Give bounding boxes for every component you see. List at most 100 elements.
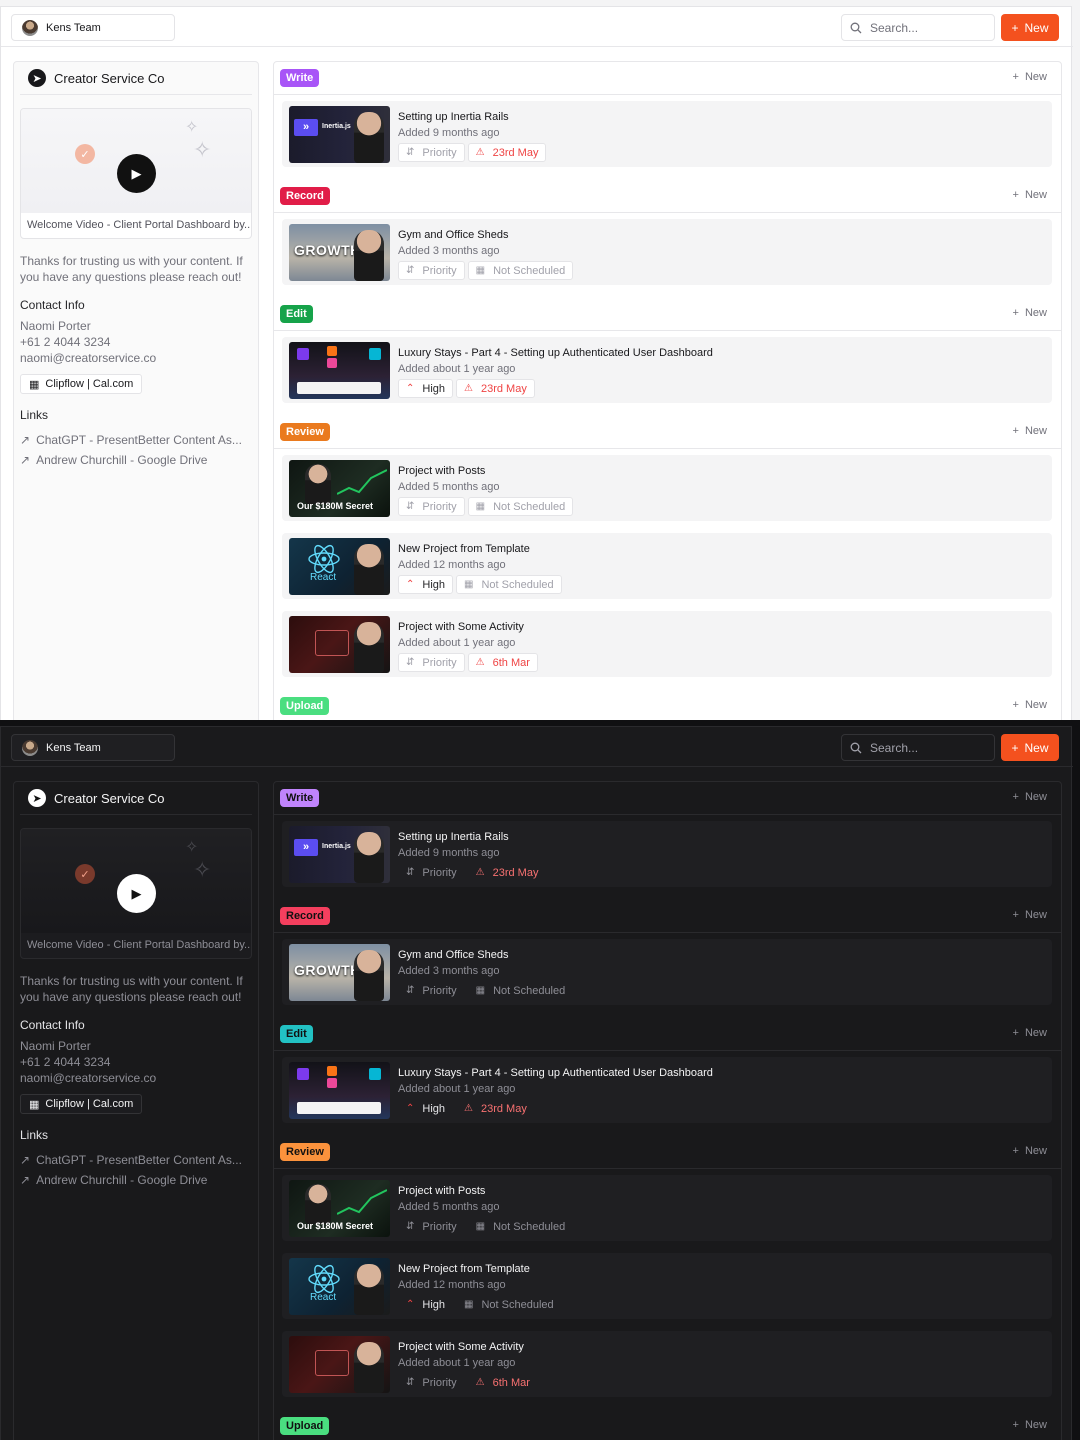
section-new-button[interactable]: + New xyxy=(1013,425,1047,437)
due-date-chip[interactable]: ▦ Not Scheduled xyxy=(467,497,574,516)
priority-chip[interactable]: ⌃ High xyxy=(398,1099,453,1118)
due-date-chip[interactable]: ▦ Not Scheduled xyxy=(467,261,574,280)
project-card[interactable]: Project with Some Activity Added about 1… xyxy=(282,1331,1052,1397)
status-badge[interactable]: Write xyxy=(280,789,320,807)
client-logo-icon: ➤ xyxy=(28,789,46,807)
status-badge[interactable]: Edit xyxy=(280,305,313,323)
due-date-chip[interactable]: ⚠ 6th Mar xyxy=(467,653,538,672)
app-icon xyxy=(297,348,309,360)
due-date-label: 6th Mar xyxy=(492,656,530,669)
chevrons-up-icon: ⌃ xyxy=(406,1103,415,1114)
due-date-chip[interactable]: ⚠ 23rd May xyxy=(456,1099,535,1118)
section-new-button[interactable]: + New xyxy=(1013,1027,1047,1039)
section-new-button[interactable]: + New xyxy=(1013,307,1047,319)
project-title: Project with Posts xyxy=(398,1185,486,1197)
calendar-icon: ▦ xyxy=(464,579,474,590)
status-badge[interactable]: Edit xyxy=(280,1025,313,1043)
section-new-label: New xyxy=(1024,1145,1047,1157)
status-badge[interactable]: Upload xyxy=(280,1417,330,1435)
status-badge[interactable]: Review xyxy=(280,1143,330,1161)
priority-chip[interactable]: ⇵ Priority xyxy=(398,143,465,162)
section-new-label: New xyxy=(1024,71,1047,83)
due-date-chip[interactable]: ▦ Not Scheduled xyxy=(456,575,562,594)
search-icon xyxy=(850,742,862,753)
section-new-button[interactable]: + New xyxy=(1013,71,1047,83)
app-icon xyxy=(327,1066,337,1076)
status-badge[interactable]: Review xyxy=(280,423,330,441)
welcome-video[interactable]: ✓ ✧ ✧ ▶ Welcome Video - Client Portal Da… xyxy=(20,108,252,239)
contact-phone: +61 2 4044 3234 xyxy=(20,1055,111,1069)
new-button[interactable]: + New xyxy=(1001,734,1059,761)
section-new-button[interactable]: + New xyxy=(1013,1145,1047,1157)
play-icon[interactable]: ▶ xyxy=(117,154,156,193)
search-input[interactable]: Search... xyxy=(841,14,995,41)
video-caption: Welcome Video - Client Portal Dashboard … xyxy=(27,939,252,951)
link-item[interactable]: ↗ ChatGPT - PresentBetter Content As... xyxy=(20,1150,252,1170)
link-item[interactable]: ↗ Andrew Churchill - Google Drive xyxy=(20,450,252,470)
section-new-button[interactable]: + New xyxy=(1013,189,1047,201)
react-logo-icon xyxy=(308,1264,340,1294)
section-record: Record + New xyxy=(274,900,1061,933)
team-switcher-button[interactable]: Kens Team xyxy=(11,14,175,41)
new-button[interactable]: + New xyxy=(1001,14,1059,41)
app-icon xyxy=(327,346,337,356)
priority-chip[interactable]: ⌃ High xyxy=(398,1295,453,1314)
search-input[interactable]: Search... xyxy=(841,734,995,761)
due-date-chip[interactable]: ⚠ 23rd May xyxy=(468,863,547,882)
project-card[interactable]: React New Project from Template Added 12… xyxy=(282,1253,1052,1319)
priority-chip[interactable]: ⌃ High xyxy=(398,379,454,398)
priority-chip[interactable]: ⌃ High xyxy=(398,575,454,594)
priority-chip[interactable]: ⇵ Priority xyxy=(398,863,465,882)
welcome-video[interactable]: ✓ ✧ ✧ ▶ Welcome Video - Client Portal Da… xyxy=(20,828,252,959)
priority-chip[interactable]: ⇵ Priority xyxy=(398,261,465,280)
project-card[interactable]: React New Project from Template Added 12… xyxy=(282,533,1052,599)
priority-chip[interactable]: ⇵ Priority xyxy=(398,1373,465,1392)
link-label: ChatGPT - PresentBetter Content As... xyxy=(36,1153,242,1167)
link-item[interactable]: ↗ Andrew Churchill - Google Drive xyxy=(20,1170,252,1190)
priority-chip[interactable]: ⇵ Priority xyxy=(398,653,465,672)
project-card[interactable]: Luxury Stays - Part 4 - Setting up Authe… xyxy=(282,1057,1052,1123)
priority-chip[interactable]: ⇵ Priority xyxy=(398,497,465,516)
section-new-button[interactable]: + New xyxy=(1013,909,1047,921)
due-date-chip[interactable]: ▦ Not Scheduled xyxy=(468,981,574,1000)
due-date-chip[interactable]: ⚠ 6th Mar xyxy=(468,1373,538,1392)
project-card[interactable]: Our $180M Secret Project with Posts Adde… xyxy=(282,1175,1052,1241)
section-new-button[interactable]: + New xyxy=(1013,1419,1047,1431)
project-thumbnail: React xyxy=(289,538,390,595)
project-card[interactable]: Our $180M Secret Project with Posts Adde… xyxy=(282,455,1052,521)
sparkle-icon: ✧ xyxy=(185,839,199,856)
project-card[interactable]: GROWTH Gym and Office Sheds Added 3 mont… xyxy=(282,219,1052,285)
due-date-chip[interactable]: ▦ Not Scheduled xyxy=(468,1217,574,1236)
team-switcher-button[interactable]: Kens Team xyxy=(11,734,175,761)
play-icon[interactable]: ▶ xyxy=(117,874,156,913)
due-date-chip[interactable]: ⚠ 23rd May xyxy=(467,143,547,162)
project-card[interactable]: Project with Some Activity Added about 1… xyxy=(282,611,1052,677)
section-new-button[interactable]: + New xyxy=(1013,791,1047,803)
client-header: ➤ Creator Service Co xyxy=(20,62,252,95)
calendar-booking-button[interactable]: ▦ Clipflow | Cal.com xyxy=(20,1094,143,1114)
project-card[interactable]: Luxury Stays - Part 4 - Setting up Authe… xyxy=(282,337,1052,403)
growth-line-icon xyxy=(337,469,387,495)
project-card[interactable]: » Inertia.js Setting up Inertia Rails Ad… xyxy=(282,101,1052,167)
priority-chip[interactable]: ⇵ Priority xyxy=(398,981,465,1000)
project-card[interactable]: » Inertia.js Setting up Inertia Rails Ad… xyxy=(282,821,1052,887)
status-badge[interactable]: Record xyxy=(280,187,330,205)
due-date-chip[interactable]: ⚠ 23rd May xyxy=(456,379,535,398)
due-date-label: Not Scheduled xyxy=(493,1220,566,1233)
priority-chip[interactable]: ⇵ Priority xyxy=(398,1217,465,1236)
inertia-logo-icon: » xyxy=(294,119,318,136)
plus-icon: + xyxy=(1012,189,1019,201)
status-badge[interactable]: Write xyxy=(280,69,320,87)
video-caption: Welcome Video - Client Portal Dashboard … xyxy=(27,219,252,231)
project-added: Added 12 months ago xyxy=(398,1279,506,1291)
link-item[interactable]: ↗ ChatGPT - PresentBetter Content As... xyxy=(20,430,252,450)
react-logo-icon xyxy=(308,544,340,574)
presenter-image xyxy=(354,1342,384,1393)
due-date-chip[interactable]: ▦ Not Scheduled xyxy=(456,1295,562,1314)
calendar-booking-button[interactable]: ▦ Clipflow | Cal.com xyxy=(20,374,143,394)
status-badge[interactable]: Upload xyxy=(280,697,330,715)
section-new-button[interactable]: + New xyxy=(1013,699,1047,711)
status-badge[interactable]: Record xyxy=(280,907,330,925)
app-icon xyxy=(369,348,381,360)
project-card[interactable]: GROWTH Gym and Office Sheds Added 3 mont… xyxy=(282,939,1052,1005)
